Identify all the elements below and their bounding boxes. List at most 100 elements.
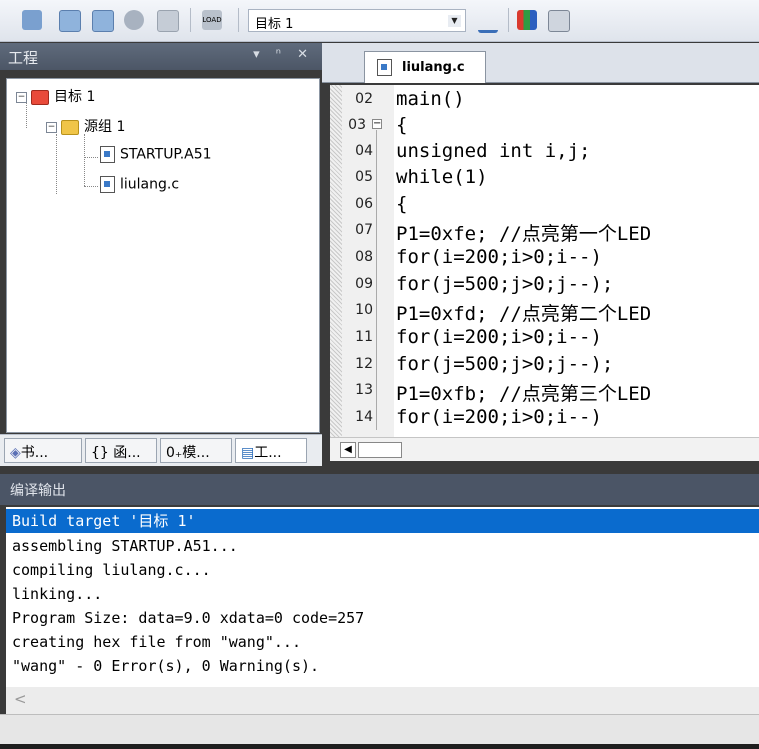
line-number: 06	[355, 196, 373, 212]
stop-build-icon[interactable]	[157, 10, 179, 32]
download-icon[interactable]: LOAD	[202, 10, 222, 30]
project-icon: ▤	[241, 445, 255, 461]
code-line: 10 P1=0xfd; //点亮第二个LED	[330, 298, 759, 325]
code-line: 04 unsigned int i,j;	[330, 139, 759, 165]
line-number: 07	[355, 222, 373, 238]
line-number: 11	[355, 329, 373, 345]
tree-item-target[interactable]: − 目标 1	[16, 86, 95, 108]
code-line: 06 {	[330, 192, 759, 218]
build-output-title: 编译输出	[10, 483, 66, 499]
project-panel-tabs: ◈书... {} 函... 0₊模... ▤工...	[0, 434, 322, 466]
code-line: 12 for(j=500;j>0;j--);	[330, 352, 759, 378]
editor-horizontal-scrollbar[interactable]: ◀	[330, 437, 759, 461]
file-icon	[100, 146, 115, 163]
code-line: 14 for(i=200;i>0;i--)	[330, 405, 759, 431]
code-text: {	[396, 193, 408, 215]
tab-label: {} 函...	[91, 445, 141, 461]
scroll-thumb[interactable]	[358, 442, 402, 458]
target-select-value: 目标 1	[255, 17, 294, 32]
tab-label: 0₊模...	[166, 445, 210, 461]
line-number: 14	[355, 409, 373, 425]
panel-controls[interactable]: ▾ ⁿ ✕	[253, 47, 314, 62]
rebuild-icon[interactable]	[92, 10, 114, 32]
code-text: P1=0xfb; //点亮第三个LED	[396, 383, 652, 405]
target-options-icon[interactable]	[478, 10, 498, 33]
tab-label: 书...	[20, 445, 49, 461]
tree-file-label: STARTUP.A51	[120, 146, 212, 163]
toolbar: LOAD 目标 1 ▼	[0, 0, 759, 42]
tree-item-file[interactable]: STARTUP.A51	[100, 146, 212, 168]
code-text: for(i=200;i>0;i--)	[396, 326, 602, 348]
project-panel-title: 工程	[8, 49, 39, 67]
output-line: linking...	[12, 585, 103, 603]
line-number: 10	[355, 302, 373, 318]
code-line: 13 P1=0xfb; //点亮第三个LED	[330, 378, 759, 405]
code-line: 08 for(i=200;i>0;i--)	[330, 245, 759, 271]
line-number: 09	[355, 276, 373, 292]
tab-functions[interactable]: {} 函...	[85, 438, 157, 463]
code-text: P1=0xfd; //点亮第二个LED	[396, 303, 652, 325]
code-line: 07 P1=0xfe; //点亮第一个LED	[330, 218, 759, 245]
code-line: 02 main()	[330, 87, 759, 113]
code-line: 05 while(1)	[330, 165, 759, 191]
tree-group-label: 源组 1	[84, 119, 126, 135]
editor-tab-label: liulang.c	[402, 60, 465, 75]
tree-target-label: 目标 1	[54, 89, 96, 105]
tree-line	[84, 157, 98, 158]
code-text: while(1)	[396, 166, 488, 188]
output-line: assembling STARTUP.A51...	[12, 537, 238, 555]
code-line: 11 for(i=200;i>0;i--)	[330, 325, 759, 351]
project-panel-header: 工程 ▾ ⁿ ✕	[0, 43, 322, 70]
books-icon: ◈	[10, 445, 21, 461]
code-line: 03 {	[330, 113, 759, 139]
batch-build-icon[interactable]	[124, 10, 144, 30]
code-text: for(i=200;i>0;i--)	[396, 246, 602, 268]
tree-line	[56, 134, 57, 194]
desktop-background-strip	[0, 744, 759, 749]
editor-tab-liulang[interactable]: liulang.c	[364, 51, 486, 83]
line-number: 04	[355, 143, 373, 159]
file-icon	[100, 176, 115, 193]
folder-icon	[61, 119, 79, 135]
chevron-down-icon[interactable]: ▼	[448, 15, 461, 27]
code-text: for(j=500;j>0;j--);	[396, 273, 614, 295]
tree-line	[84, 186, 98, 187]
translate-icon[interactable]	[22, 10, 42, 30]
line-number: 13	[355, 382, 373, 398]
toolbar-separator	[508, 8, 509, 32]
build-output-header: 编译输出	[0, 474, 759, 505]
collapse-icon[interactable]: −	[16, 91, 27, 103]
output-line: compiling liulang.c...	[12, 561, 211, 579]
code-text: P1=0xfe; //点亮第一个LED	[396, 223, 652, 245]
tab-books[interactable]: ◈书...	[4, 438, 82, 463]
code-text: main()	[396, 88, 465, 110]
file-extensions-icon[interactable]	[517, 10, 537, 30]
code-text: for(i=200;i>0;i--)	[396, 406, 602, 428]
build-icon[interactable]	[59, 10, 81, 32]
editor-tabbar: liulang.c	[322, 43, 759, 83]
scroll-left-icon[interactable]: <	[14, 690, 27, 708]
line-number: 02	[355, 91, 373, 107]
line-number: 03	[348, 117, 366, 133]
code-text: {	[396, 114, 408, 136]
target-select[interactable]: 目标 1 ▼	[248, 9, 466, 32]
tree-item-group[interactable]: − 源组 1	[46, 116, 125, 138]
tree-item-file[interactable]: liulang.c	[100, 176, 179, 198]
output-line: "wang" - 0 Error(s), 0 Warning(s).	[12, 657, 320, 675]
output-line: Build target '目标 1'	[6, 509, 759, 533]
manage-components-icon[interactable]	[548, 10, 570, 32]
tab-templates[interactable]: 0₊模...	[160, 438, 232, 463]
tab-label: 工...	[254, 445, 282, 461]
output-horizontal-scrollbar[interactable]: <	[6, 687, 759, 714]
collapse-icon[interactable]: −	[46, 121, 57, 133]
tree-file-label: liulang.c	[120, 176, 180, 193]
code-line: 09 for(j=500;j>0;j--);	[330, 272, 759, 298]
file-icon	[377, 59, 392, 76]
line-number: 08	[355, 249, 373, 265]
toolbar-separator	[190, 8, 191, 32]
scroll-left-icon[interactable]: ◀	[340, 442, 356, 458]
tree-line	[84, 134, 85, 186]
line-number: 12	[355, 356, 373, 372]
target-folder-icon	[31, 89, 49, 105]
tab-project[interactable]: ▤工...	[235, 438, 307, 463]
